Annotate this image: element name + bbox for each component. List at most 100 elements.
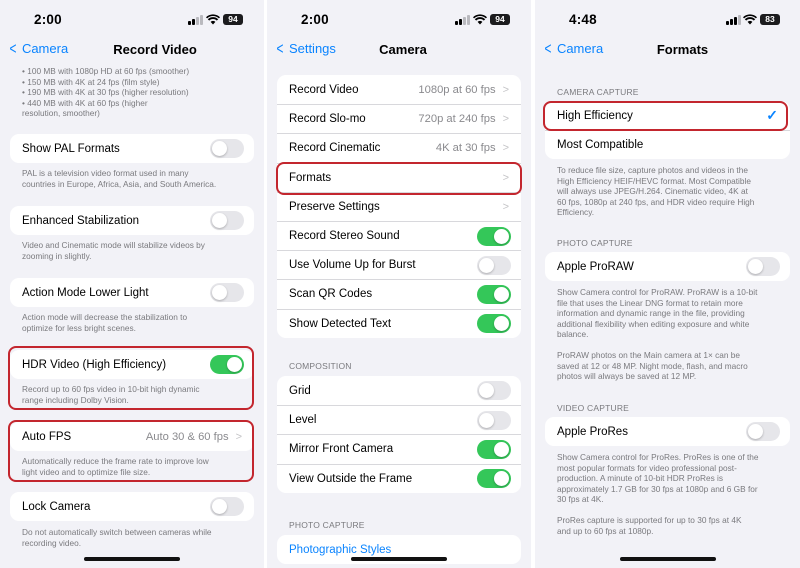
footer-line: Efficiency. [557,207,595,218]
footer-line: approximately 1.7 GB for 30 fps at 1080p… [557,483,758,494]
action-row[interactable]: Action Mode Lower Light [10,278,254,307]
proraw-footer: Show Camera control for ProRAW. ProRAW i… [557,287,757,340]
page-title: Camera [379,42,427,57]
record-video-row[interactable]: Record Video 1080p at 60 fps > [277,75,521,104]
proraw-row[interactable]: Apple ProRAW [545,252,790,281]
level-row[interactable]: Level [277,405,521,434]
grid-row[interactable]: Grid [277,376,521,405]
footer-line: countries in Europe, Africa, Asia, and S… [22,178,217,189]
chevron-right-icon: > [502,142,509,155]
prores-card: Apple ProRes [545,417,790,447]
footer-line: 60 fps, 1080p at 240 fps, and HDR video … [557,196,755,207]
capture-footer: To reduce file size, capture photos and … [557,165,754,218]
hdr-highlight [8,346,254,410]
footer-line: saved at 12 or 48 MP. Night mode, flash,… [557,360,748,371]
action-footer: Action mode will decrease the stabilizat… [22,312,187,333]
home-indicator [84,557,180,561]
row-value: 720p at 240 fps [418,113,496,126]
status-time: 2:00 [34,12,62,27]
nav-bar: < Camera Formats [535,40,800,62]
volume-burst-toggle[interactable] [477,255,511,275]
row-label: Record Video [289,83,359,96]
detected-text-toggle[interactable] [477,314,511,334]
stereo-sound-row[interactable]: Record Stereo Sound [277,220,521,250]
wifi-icon [206,14,220,25]
lock-row[interactable]: Lock Camera [10,492,254,521]
row-value: 4K at 30 fps [435,142,496,155]
grid-toggle[interactable] [477,381,511,401]
row-label: Apple ProRes [557,425,628,438]
lock-toggle[interactable] [210,497,244,517]
volume-burst-row[interactable]: Use Volume Up for Burst [277,250,521,279]
photo-capture-header: PHOTO CAPTURE [557,238,633,248]
footer-line: production. A minute of 10-bit HDR ProRe… [557,473,724,484]
pal-row[interactable]: Show PAL Formats [10,134,254,163]
photo-capture-header: PHOTO CAPTURE [289,520,365,530]
footer-line: Do not automatically switch between came… [22,527,212,537]
proraw-toggle[interactable] [746,257,780,277]
pal-toggle[interactable] [210,139,244,159]
record-slomo-row[interactable]: Record Slo-mo 720p at 240 fps > [277,104,521,133]
stereo-sound-toggle[interactable] [477,226,511,246]
footer-line: Video and Cinematic mode will stabilize … [22,240,205,250]
lock-label: Lock Camera [22,500,91,513]
row-label: Record Stereo Sound [289,230,400,243]
footer-line: will always use JPEG/H.264. Cinematic vi… [557,186,748,197]
view-outside-row[interactable]: View Outside the Frame [277,463,521,493]
level-toggle[interactable] [477,410,511,430]
video-capture-header: VIDEO CAPTURE [557,403,630,413]
footer-line: 30 fps at 4K. [557,494,604,505]
row-label: Use Volume Up for Burst [289,259,416,272]
footer-line: and up to 60 fps at 1080p. [557,525,654,536]
scan-qr-toggle[interactable] [477,284,511,304]
action-toggle[interactable] [210,283,244,303]
page-title: Record Video [113,42,197,57]
home-indicator [619,557,716,561]
status-bar: 2:00 94 [0,12,264,28]
footer-line: zooming in slightly. [22,250,92,261]
stabilization-row[interactable]: Enhanced Stabilization [10,206,254,235]
stabilization-label: Enhanced Stabilization [22,214,139,227]
signal-icon [455,15,470,25]
most-compatible-row[interactable]: Most Compatible [545,130,790,159]
footer-line: balance. [557,329,589,340]
action-label: Action Mode Lower Light [22,286,149,299]
composition-header: COMPOSITION [289,361,352,371]
pal-card: Show PAL Formats [10,134,254,164]
lock-footer: Do not automatically switch between came… [22,527,212,548]
mirror-front-row[interactable]: Mirror Front Camera [277,434,521,463]
row-label: Record Slo-mo [289,113,366,126]
battery-icon: 94 [223,14,243,25]
footer-line: optimize for less bright scenes. [22,322,136,333]
scan-qr-row[interactable]: Scan QR Codes [277,279,521,308]
storage-line: • 100 MB with 1080p HD at 60 fps (smooth… [22,66,190,76]
prores-row[interactable]: Apple ProRes [545,417,790,446]
proraw-footer-2: ProRAW photos on the Main camera at 1× c… [557,350,748,382]
footer-line: recording video. [22,537,82,548]
row-label: Level [289,414,317,427]
storage-list: • 100 MB with 1080p HD at 60 fps (smooth… [22,66,189,119]
chevron-right-icon: > [502,113,509,126]
stabilization-toggle[interactable] [210,211,244,231]
mirror-front-toggle[interactable] [477,439,511,459]
status-bar: 4:48 83 [535,12,800,28]
camera-capture-header: CAMERA CAPTURE [557,87,639,97]
row-label: Show Detected Text [289,317,392,330]
detected-text-row[interactable]: Show Detected Text [277,308,521,338]
nav-bar: < Camera Record Video [0,40,264,62]
wifi-icon [473,14,487,25]
stabilization-footer: Video and Cinematic mode will stabilize … [22,240,205,261]
footer-line: Show Camera control for ProRes. ProRes i… [557,452,759,462]
row-label: Grid [289,384,311,397]
storage-line: • 190 MB with 4K at 30 fps (higher resol… [22,87,189,98]
footer-line: photos will always be saved at 12 MP. [557,371,697,382]
preserve-settings-row[interactable]: Preserve Settings > [277,191,521,221]
row-label: Scan QR Codes [289,288,373,301]
row-label: Preserve Settings [289,200,380,213]
row-label: Photographic Styles [289,543,392,556]
prores-footer-2: ProRes capture is supported for up to 30… [557,515,741,536]
prores-toggle[interactable] [746,422,780,442]
view-outside-toggle[interactable] [477,469,511,489]
chevron-left-icon: < [544,39,552,58]
record-cinematic-row[interactable]: Record Cinematic 4K at 30 fps > [277,133,521,162]
